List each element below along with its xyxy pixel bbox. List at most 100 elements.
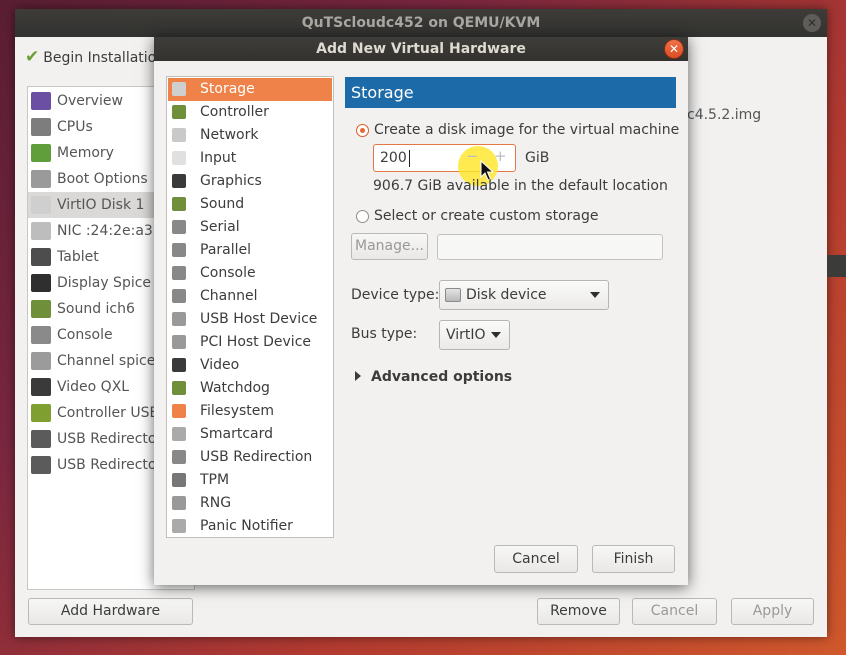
apply-button[interactable]: Apply: [731, 598, 814, 625]
device-type-label: USB Redirection: [200, 449, 313, 465]
disk-size-value[interactable]: 200: [380, 150, 407, 166]
device-type-label: Parallel: [200, 242, 252, 258]
hardware-item-label: USB Redirector: [57, 431, 163, 447]
device-type-label: Video: [200, 357, 240, 373]
device-type-item[interactable]: Sound: [168, 193, 332, 216]
bus-type-label: Bus type:: [351, 326, 418, 342]
device-type-label: Watchdog: [200, 380, 270, 396]
device-type-label: Smartcard: [200, 426, 274, 442]
close-icon[interactable]: ✕: [665, 40, 683, 58]
smartcard-icon: [172, 427, 186, 441]
tablet-icon: [31, 248, 51, 266]
device-type-item[interactable]: Network: [168, 124, 332, 147]
disk-path-text: c4.5.2.img: [687, 107, 762, 123]
channel-icon: [172, 289, 186, 303]
device-type-item[interactable]: Parallel: [168, 239, 332, 262]
device-type-item[interactable]: Input: [168, 147, 332, 170]
device-type-label: Filesystem: [200, 403, 275, 419]
controller-icon: [31, 404, 51, 422]
device-type-item[interactable]: Smartcard: [168, 423, 332, 446]
console-icon: [31, 326, 51, 344]
create-disk-radio[interactable]: [356, 124, 369, 137]
bus-type-dropdown[interactable]: VirtIO: [439, 320, 510, 350]
custom-storage-label[interactable]: Select or create custom storage: [374, 208, 599, 224]
main-cancel-button[interactable]: Cancel: [632, 598, 717, 625]
device-type-value: Disk device: [466, 287, 547, 303]
device-type-label: Channel: [200, 288, 258, 304]
storage-path-input[interactable]: [437, 234, 663, 260]
device-type-item[interactable]: Serial: [168, 216, 332, 239]
close-icon[interactable]: ✕: [803, 14, 821, 32]
begin-installation-label: Begin Installation: [43, 50, 166, 66]
device-type-item[interactable]: Graphics: [168, 170, 332, 193]
channel-icon: [31, 352, 51, 370]
tpm-icon: [172, 473, 186, 487]
device-type-item[interactable]: USB Redirection: [168, 446, 332, 469]
hardware-item-label: Channel spice: [57, 353, 156, 369]
begin-installation-button[interactable]: ✔ Begin Installation: [25, 47, 165, 67]
device-type-item[interactable]: Controller: [168, 101, 332, 124]
boot-options-icon: [31, 170, 51, 188]
finish-button[interactable]: Finish: [592, 545, 675, 573]
advanced-options-expander[interactable]: Advanced options: [355, 369, 512, 385]
manage-button[interactable]: Manage...: [351, 233, 428, 260]
device-type-label: Device type:: [351, 287, 440, 303]
device-type-item[interactable]: Watchdog: [168, 377, 332, 400]
decrement-icon[interactable]: −: [466, 147, 479, 165]
device-type-label: Console: [200, 265, 256, 281]
remove-button[interactable]: Remove: [537, 598, 620, 625]
overview-icon: [31, 92, 51, 110]
usb-icon: [31, 430, 51, 448]
hardware-item-label: VirtIO Disk 1: [57, 197, 145, 213]
serial-icon: [172, 220, 186, 234]
hardware-item-label: NIC :24:2e:a3: [57, 223, 153, 239]
create-disk-label[interactable]: Create a disk image for the virtual mach…: [374, 122, 679, 138]
device-type-label: Panic Notifier: [200, 518, 293, 534]
device-type-item[interactable]: Filesystem: [168, 400, 332, 423]
device-type-dropdown[interactable]: Disk device: [439, 280, 609, 310]
background-window-edge: [827, 255, 846, 277]
window-title: QuTScloudc452 on QEMU/KVM: [15, 9, 827, 37]
device-type-label: PCI Host Device: [200, 334, 312, 350]
hardware-item-label: CPUs: [57, 119, 93, 135]
network-icon: [172, 128, 186, 142]
video-icon: [172, 358, 186, 372]
panel-title: Storage: [351, 83, 414, 102]
device-type-item[interactable]: RNG: [168, 492, 332, 515]
expander-arrow-icon: [355, 371, 361, 381]
pci-icon: [172, 335, 186, 349]
device-type-label: Storage: [200, 81, 255, 97]
display-icon: [31, 274, 51, 292]
memory-icon: [31, 144, 51, 162]
add-hardware-button[interactable]: Add Hardware: [28, 598, 193, 625]
device-type-label: Input: [200, 150, 237, 166]
device-type-item[interactable]: PCI Host Device: [168, 331, 332, 354]
sound-card-icon: [172, 197, 186, 211]
device-type-item[interactable]: Panic Notifier: [168, 515, 332, 538]
device-type-item[interactable]: USB Host Device: [168, 308, 332, 331]
device-type-item[interactable]: Console: [168, 262, 332, 285]
panic-icon: [172, 519, 186, 533]
rng-icon: [172, 496, 186, 510]
device-type-item[interactable]: Storage: [168, 78, 332, 101]
usb-icon: [31, 456, 51, 474]
hardware-item-label: Display Spice: [57, 275, 152, 291]
device-type-label: Network: [200, 127, 259, 143]
usb-host-icon: [172, 312, 186, 326]
increment-icon[interactable]: +: [494, 147, 507, 165]
disk-icon: [445, 288, 461, 302]
cancel-button[interactable]: Cancel: [494, 545, 578, 573]
device-type-label: Controller: [200, 104, 269, 120]
nic-icon: [31, 222, 51, 240]
device-type-item[interactable]: TPM: [168, 469, 332, 492]
hardware-item-label: Tablet: [57, 249, 99, 265]
parallel-icon: [172, 243, 186, 257]
hardware-item-label: Video QXL: [57, 379, 130, 395]
watchdog-icon: [172, 381, 186, 395]
custom-storage-radio[interactable]: [356, 210, 369, 223]
device-type-item[interactable]: Video: [168, 354, 332, 377]
checkmark-icon: ✔: [25, 47, 40, 67]
device-type-label: TPM: [200, 472, 230, 488]
device-type-item[interactable]: Channel: [168, 285, 332, 308]
device-type-list: Storage Controller Network Input Graphics Sou…: [166, 76, 334, 538]
